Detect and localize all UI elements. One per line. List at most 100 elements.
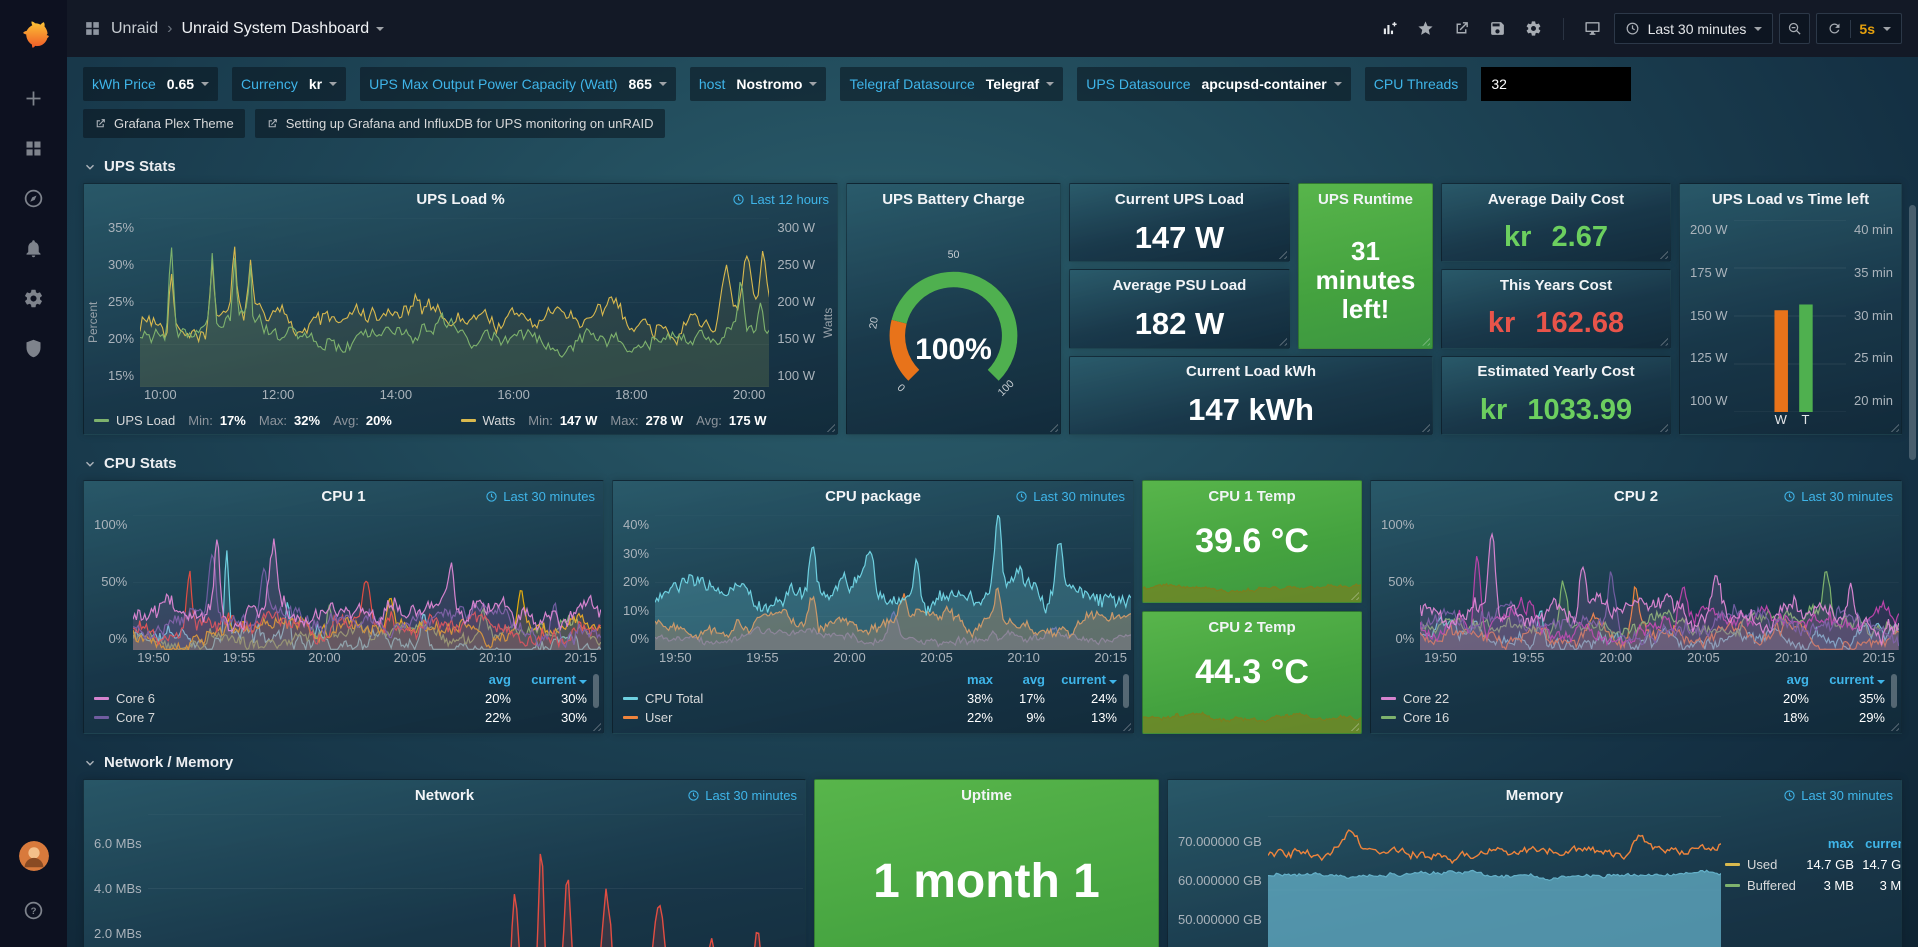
variable-ups-max-output[interactable]: UPS Max Output Power Capacity (Watt) 865	[360, 67, 676, 101]
alerting-bell-icon[interactable]	[12, 226, 56, 270]
legend-color-swatch	[94, 716, 109, 719]
gauge-chart[interactable]: 02050100	[847, 214, 1060, 434]
legend-scrollbar[interactable]	[593, 674, 599, 708]
panel-title[interactable]: Uptime	[961, 787, 1012, 804]
user-avatar[interactable]	[19, 841, 49, 871]
grafana-logo-icon[interactable]	[14, 15, 54, 55]
ups-load-chart[interactable]	[140, 218, 769, 387]
time-override: Last 30 minutes	[1015, 489, 1125, 504]
cpu1-chart[interactable]	[133, 515, 601, 650]
legend-series-core7[interactable]: Core 7	[94, 710, 447, 725]
star-button[interactable]	[1411, 14, 1441, 44]
section-header-cpu-stats[interactable]: CPU Stats	[83, 455, 1902, 472]
dashboards-icon[interactable]	[12, 126, 56, 170]
dashboard-link-plex-theme[interactable]: Grafana Plex Theme	[83, 109, 245, 138]
panel-title[interactable]: UPS Load vs Time left	[1712, 191, 1869, 208]
share-button[interactable]	[1447, 14, 1477, 44]
dashboard-link-ups-guide[interactable]: Setting up Grafana and InfluxDB for UPS …	[255, 109, 665, 138]
legend-header-avg[interactable]: avg	[447, 672, 511, 687]
legend-item-watts[interactable]: Watts Min:147 W Max:278 W Avg:175 W	[461, 413, 828, 428]
section-header-network-memory[interactable]: Network / Memory	[83, 754, 1902, 771]
dashboard-settings-button[interactable]	[1519, 14, 1549, 44]
legend-value: 22%	[937, 710, 993, 725]
chevron-down-icon	[83, 756, 97, 770]
stat-value: 147 kWh	[1070, 387, 1432, 434]
time-range-picker[interactable]: Last 30 minutes	[1614, 13, 1774, 44]
legend-series-user[interactable]: User	[623, 710, 937, 725]
page-scrollbar[interactable]	[1909, 205, 1916, 460]
panel-title[interactable]: UPS Battery Charge	[882, 191, 1025, 208]
panel-title[interactable]: UPS Load %	[416, 191, 504, 208]
x-axis: 19:5019:5520:0020:0520:1020:15	[655, 650, 1131, 670]
legend-scrollbar[interactable]	[1891, 674, 1897, 708]
create-plus-icon[interactable]	[12, 76, 56, 120]
section-header-ups-stats[interactable]: UPS Stats	[83, 158, 1902, 175]
breadcrumb-folder[interactable]: Unraid	[111, 20, 158, 38]
network-chart[interactable]	[148, 814, 803, 947]
legend-header-max[interactable]: max	[937, 672, 993, 687]
panel-title[interactable]: CPU 2 Temp	[1208, 619, 1295, 636]
panel-network: Network Last 30 minutes 6.0 MBs4.0 MBs2.…	[83, 779, 806, 947]
panel-title[interactable]: Memory	[1506, 787, 1564, 804]
configuration-gear-icon[interactable]	[12, 276, 56, 320]
variable-ups-datasource[interactable]: UPS Datasource apcupsd-container	[1077, 67, 1351, 101]
panel-title[interactable]: This Years Cost	[1500, 277, 1612, 294]
kiosk-monitor-button[interactable]	[1578, 14, 1608, 44]
zoom-out-time-button[interactable]	[1779, 13, 1810, 44]
explore-compass-icon[interactable]	[12, 176, 56, 220]
panel-title[interactable]: UPS Runtime	[1318, 191, 1413, 208]
legend-header-current[interactable]: current	[1809, 672, 1885, 687]
legend-series-core22[interactable]: Core 22	[1381, 691, 1745, 706]
ups-bars-chart[interactable]	[1734, 220, 1846, 412]
dashboard-title-dropdown[interactable]: Unraid System Dashboard	[181, 20, 384, 38]
legend-header-max[interactable]: max	[1796, 836, 1854, 851]
help-icon[interactable]: ?	[12, 888, 56, 932]
variable-host[interactable]: host Nostromo	[690, 67, 827, 101]
refresh-picker[interactable]: 5s	[1816, 13, 1902, 44]
section-title: Network / Memory	[104, 754, 233, 771]
legend-scrollbar[interactable]	[1123, 674, 1129, 708]
stat-value: kr 1033.99	[1442, 387, 1670, 434]
chevron-down-icon	[201, 82, 209, 86]
legend-header-current[interactable]: current	[1854, 836, 1902, 851]
legend-series-core16[interactable]: Core 16	[1381, 710, 1745, 725]
panel-title[interactable]: Current Load kWh	[1186, 363, 1316, 380]
panel-title[interactable]: Network	[415, 787, 474, 804]
panel-title[interactable]: Average Daily Cost	[1488, 191, 1624, 208]
time-override: Last 12 hours	[732, 192, 829, 207]
legend-value: 24%	[1045, 691, 1117, 706]
legend-header-current[interactable]: current	[1045, 672, 1117, 687]
panel-title[interactable]: Current UPS Load	[1115, 191, 1244, 208]
legend-series-core6[interactable]: Core 6	[94, 691, 447, 706]
network-memory-row: Network Last 30 minutes 6.0 MBs4.0 MBs2.…	[83, 779, 1902, 947]
legend-header-current[interactable]: current	[511, 672, 587, 687]
add-panel-button[interactable]	[1375, 14, 1405, 44]
legend-item-ups-load[interactable]: UPS Load Min:17% Max:32% Avg:20%	[94, 413, 461, 428]
legend-header-avg[interactable]: avg	[993, 672, 1045, 687]
panel-title[interactable]: Estimated Yearly Cost	[1477, 363, 1634, 380]
save-button[interactable]	[1483, 14, 1513, 44]
server-admin-shield-icon[interactable]	[12, 326, 56, 370]
panel-title[interactable]: Average PSU Load	[1113, 277, 1247, 294]
panel-title[interactable]: CPU package	[825, 488, 921, 505]
variable-currency[interactable]: Currency kr	[232, 67, 346, 101]
panel-ups-load-vs-time-left: UPS Load vs Time left 200 W175 W150 W125…	[1679, 183, 1902, 435]
panel-title[interactable]: CPU 2	[1614, 488, 1658, 505]
cpu-threads-input[interactable]	[1481, 67, 1631, 101]
legend-color-swatch	[1725, 884, 1740, 887]
legend-series-cpu-total[interactable]: CPU Total	[623, 691, 937, 706]
time-override: Last 30 minutes	[687, 788, 797, 803]
cpu2-chart[interactable]	[1420, 515, 1899, 650]
legend-table: avg current Core 22 20% 35% Core 16 18% …	[1371, 670, 1901, 733]
cpu-package-chart[interactable]	[655, 515, 1131, 650]
legend-header-avg[interactable]: avg	[1745, 672, 1809, 687]
panel-title[interactable]: CPU 1 Temp	[1208, 488, 1295, 505]
y-axis-right: 40 min35 min30 min25 min20 min	[1846, 220, 1899, 430]
memory-chart[interactable]	[1268, 816, 1721, 947]
variable-telegraf-datasource[interactable]: Telegraf Datasource Telegraf	[840, 67, 1063, 101]
sort-caret-icon	[579, 680, 587, 684]
panel-title[interactable]: CPU 1	[321, 488, 365, 505]
legend-series-buffered[interactable]: Buffered	[1725, 878, 1796, 893]
legend-series-used[interactable]: Used	[1725, 857, 1796, 872]
variable-kwh-price[interactable]: kWh Price 0.65	[83, 67, 218, 101]
